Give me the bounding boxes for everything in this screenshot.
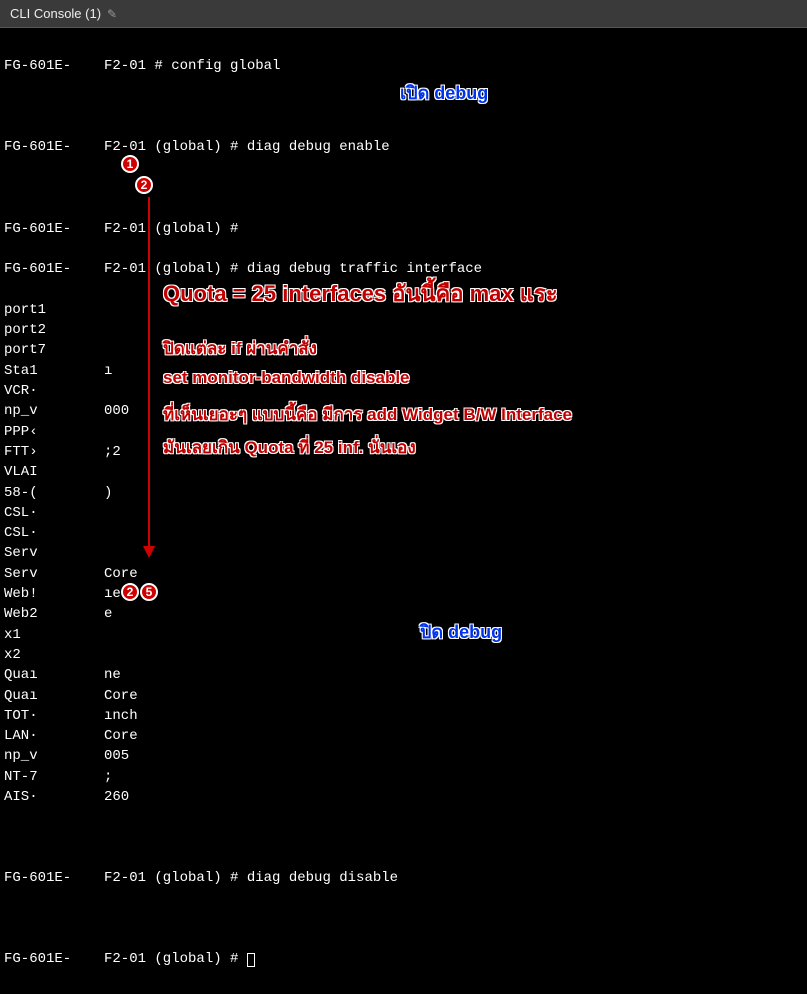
interface-name: x1 [4, 625, 104, 645]
prompt-context: F2-01 # [104, 56, 163, 76]
interface-name: 58-( [4, 483, 104, 503]
annotation-line1: ปิดแต่ละ if ผ่านคำสั่ง [163, 335, 317, 362]
cmd-config-global: config global [171, 58, 280, 74]
marker-25-digit2: 5 [140, 583, 158, 601]
list-item: x1 [4, 625, 803, 645]
list-item: TOT·ınch [4, 706, 803, 726]
interface-value: e [104, 604, 112, 624]
interface-name: Web2 [4, 604, 104, 624]
list-item: x2 [4, 645, 803, 665]
list-item: NT-7; [4, 767, 803, 787]
interface-name: VLAI [4, 462, 104, 482]
interface-name: Sta1 [4, 361, 104, 381]
cmd-diag-traffic: diag debug traffic interface [247, 261, 482, 277]
interface-value: Core [104, 564, 138, 584]
interface-value: Core [104, 686, 138, 706]
arrow-head-icon [143, 546, 155, 558]
interface-name: Serv [4, 564, 104, 584]
interface-name: port7 [4, 340, 104, 360]
interface-value: 005 [104, 746, 129, 766]
interface-value: 260 [104, 787, 129, 807]
interface-value: Core [104, 726, 138, 746]
titlebar[interactable]: CLI Console (1) ✎ [0, 0, 807, 28]
interface-name: Web! [4, 584, 104, 604]
list-item: port7 [4, 340, 803, 360]
cmd-diag-enable: diag debug enable [247, 139, 390, 155]
edit-icon[interactable]: ✎ [107, 7, 117, 21]
interface-value: ne [104, 665, 121, 685]
interface-name: CSL· [4, 523, 104, 543]
annotation-line4: มันเลยเกิน Quota ที่ 25 inf. นั่นเอง [163, 434, 416, 461]
marker-25-digit1: 2 [121, 583, 139, 601]
interface-name: NT-7 [4, 767, 104, 787]
list-item: Quaıne [4, 665, 803, 685]
interface-name: np_v [4, 746, 104, 766]
list-item: port2 [4, 320, 803, 340]
interface-value: ınch [104, 706, 138, 726]
prompt-host: FG-601E- [4, 56, 104, 76]
list-item: LAN·Core [4, 726, 803, 746]
interface-value: ;2 [104, 442, 121, 462]
marker-2: 2 [135, 176, 153, 194]
interface-name: FTT› [4, 442, 104, 462]
cursor [247, 953, 255, 967]
annotation-open-debug: เปิด debug [400, 78, 488, 107]
list-item: QuaıCore [4, 686, 803, 706]
interface-name: PPP‹ [4, 422, 104, 442]
interface-name: port2 [4, 320, 104, 340]
list-item: Web2e [4, 604, 803, 624]
annotation-quota: Quota = 25 interfaces อันนี้คือ max แระ [163, 276, 558, 311]
interface-name: Serv [4, 543, 104, 563]
cmd-diag-disable: diag debug disable [247, 870, 398, 886]
annotation-line2: set monitor-bandwidth disable [163, 368, 410, 388]
list-item: Serv [4, 543, 803, 563]
interface-name: Quaı [4, 686, 104, 706]
interface-value: ; [104, 767, 112, 787]
interface-value: ) [104, 483, 112, 503]
interface-name: AIS· [4, 787, 104, 807]
interface-value: 000 [104, 401, 129, 421]
interface-value: ıe [104, 584, 121, 604]
list-item: 58-() [4, 483, 803, 503]
interface-name: Quaı [4, 665, 104, 685]
interface-name: port1 [4, 300, 104, 320]
interface-name: LAN· [4, 726, 104, 746]
list-item: AIS·260 [4, 787, 803, 807]
interface-name: TOT· [4, 706, 104, 726]
list-item: CSL· [4, 523, 803, 543]
marker-1: 1 [121, 155, 139, 173]
titlebar-text: CLI Console (1) [10, 6, 101, 21]
interface-name: x2 [4, 645, 104, 665]
interface-name: VCR· [4, 381, 104, 401]
interface-value: ı [104, 361, 112, 381]
annotation-line3: ที่เห็นเยอะๆ แบบนี้คือ มีการ add Widget … [163, 401, 572, 428]
list-item: np_v005 [4, 746, 803, 766]
console-output: FG-601E-F2-01 # config global FG-601E-F2… [0, 28, 807, 994]
annotation-close-debug: ปิด debug [420, 617, 502, 646]
arrow-line [148, 197, 150, 547]
list-item: ServCore [4, 564, 803, 584]
list-item: CSL· [4, 503, 803, 523]
interface-name: np_v [4, 401, 104, 421]
interface-name: CSL· [4, 503, 104, 523]
list-item: VLAI [4, 462, 803, 482]
